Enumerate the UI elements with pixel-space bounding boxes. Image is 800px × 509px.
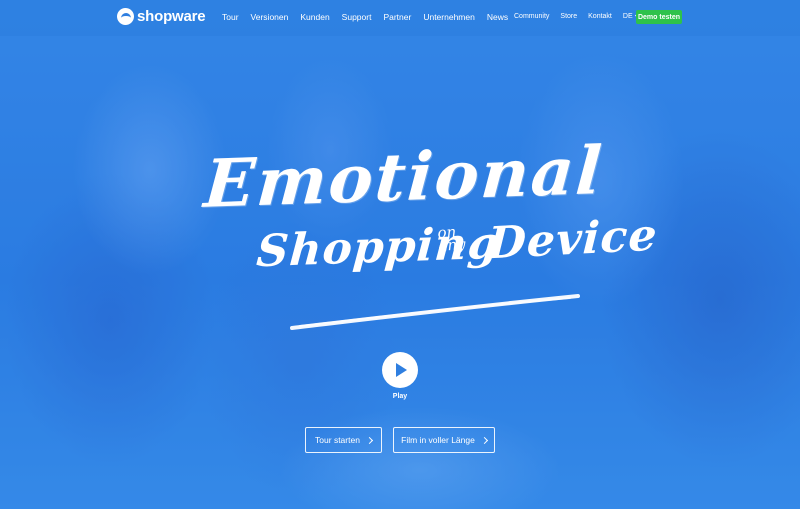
- nav-kontakt[interactable]: Kontakt: [588, 13, 612, 20]
- top-navbar: shopware Tour Versionen Kunden Support P…: [0, 0, 800, 36]
- tour-start-label: Tour starten: [315, 435, 360, 445]
- nav-partner[interactable]: Partner: [383, 12, 411, 22]
- language-label: DE: [622, 13, 633, 20]
- nav-news[interactable]: News: [487, 12, 508, 22]
- shopware-logo[interactable]: shopware: [117, 8, 206, 25]
- play-button[interactable]: [382, 352, 418, 388]
- nav-community[interactable]: Community: [514, 13, 549, 20]
- nav-kunden[interactable]: Kunden: [300, 12, 329, 22]
- demo-button[interactable]: Demo testen: [636, 10, 682, 24]
- tour-start-button[interactable]: Tour starten: [305, 427, 382, 453]
- nav-support[interactable]: Support: [342, 12, 372, 22]
- full-film-label: Film in voller Länge: [401, 435, 475, 445]
- shopware-logo-icon: [117, 8, 134, 25]
- chevron-right-icon: [480, 436, 488, 444]
- meta-nav: Community Store Kontakt DE: [514, 11, 642, 20]
- nav-unternehmen[interactable]: Unternehmen: [423, 12, 475, 22]
- chevron-right-icon: [365, 436, 373, 444]
- play-icon: [396, 363, 407, 377]
- nav-tour[interactable]: Tour: [222, 12, 239, 22]
- nav-versionen[interactable]: Versionen: [251, 12, 289, 22]
- full-film-button[interactable]: Film in voller Länge: [393, 427, 495, 453]
- logo-text: shopware: [137, 8, 206, 25]
- nav-store[interactable]: Store: [560, 13, 577, 20]
- play-label: Play: [392, 393, 408, 400]
- main-nav: Tour Versionen Kunden Support Partner Un…: [222, 12, 508, 22]
